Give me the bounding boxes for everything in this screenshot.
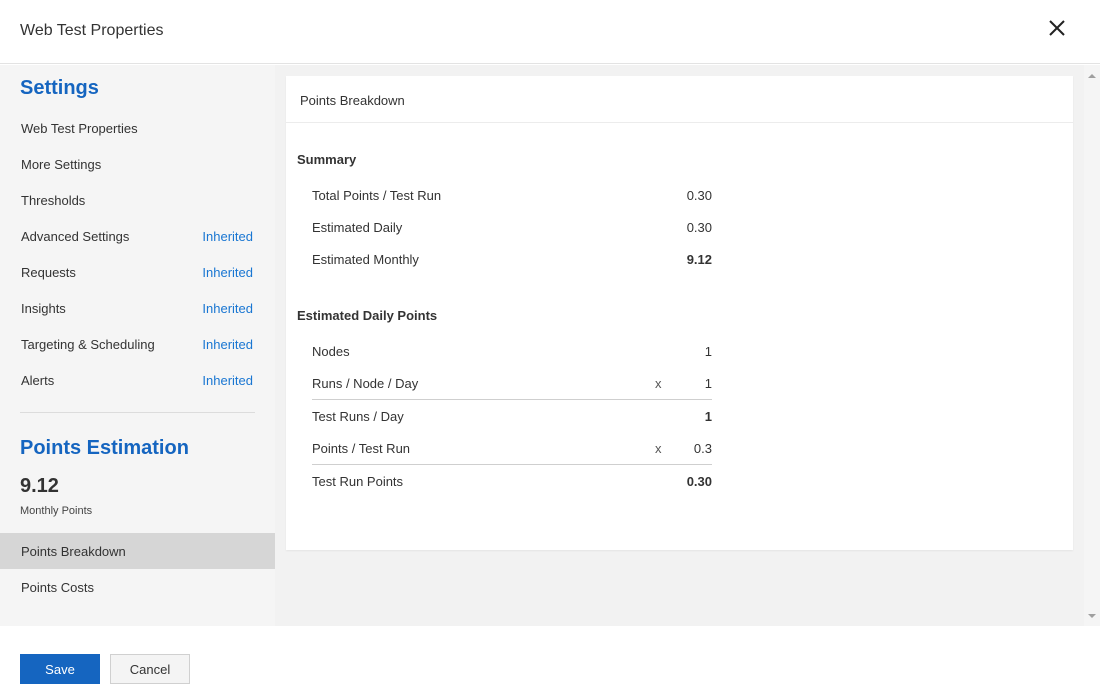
sidebar-item-insights[interactable]: Insights Inherited [0,290,275,326]
dialog-header: Web Test Properties [0,0,1100,64]
sidebar-item-label: Targeting & Scheduling [21,337,155,352]
daily-row: Points / Test Run x 0.3 [312,441,712,461]
row-label: Test Runs / Day [312,409,404,424]
daily-points-heading: Estimated Daily Points [297,308,438,323]
row-value: 1 [704,376,712,391]
save-button[interactable]: Save [20,654,100,684]
sidebar-item-points-costs[interactable]: Points Costs [0,569,275,605]
inherited-badge: Inherited [202,301,253,316]
points-estimation-heading: Points Estimation [20,437,189,459]
daily-row: Test Run Points 0.30 [312,474,712,494]
sidebar-item-label: Alerts [21,373,55,388]
sidebar-item-requests[interactable]: Requests Inherited [0,254,275,290]
row-label: Total Points / Test Run [312,188,442,203]
card-header: Points Breakdown [286,76,1073,123]
row-value: 9.12 [686,252,712,267]
sidebar-item-label: Advanced Settings [21,229,130,244]
cancel-button[interactable]: Cancel [110,654,190,684]
sidebar: Settings Web Test Properties More Settin… [0,65,275,626]
scroll-up-icon[interactable] [1088,74,1096,78]
points-breakdown-card: Points Breakdown Summary Total Points / … [286,76,1073,550]
row-value: 0.3 [693,441,712,456]
row-label: Estimated Daily [312,220,403,235]
summary-row: Estimated Monthly 9.12 [312,252,712,272]
row-divider [312,399,712,400]
sidebar-item-label: More Settings [21,157,102,172]
sidebar-item-label: Web Test Properties [21,121,138,136]
settings-heading: Settings [20,77,99,99]
row-label: Runs / Node / Day [312,376,419,391]
close-icon[interactable] [1046,17,1068,39]
daily-row: Test Runs / Day 1 [312,409,712,429]
inherited-badge: Inherited [202,373,253,388]
row-label: Test Run Points [312,474,404,489]
inherited-badge: Inherited [202,265,253,280]
sidebar-item-label: Thresholds [21,193,86,208]
dialog-title: Web Test Properties [20,22,164,39]
summary-row: Estimated Daily 0.30 [312,220,712,240]
row-label: Estimated Monthly [312,252,419,267]
main-content: Points Breakdown Summary Total Points / … [275,65,1084,626]
inherited-badge: Inherited [202,229,253,244]
sidebar-item-points-breakdown[interactable]: Points Breakdown [0,533,275,569]
multiply-operator: x [655,441,662,456]
multiply-operator: x [655,376,662,391]
monthly-points-label: Monthly Points [20,505,93,517]
sidebar-item-thresholds[interactable]: Thresholds [0,182,275,218]
sidebar-item-label: Points Costs [21,580,94,595]
scroll-down-icon[interactable] [1088,614,1096,618]
monthly-points-value: 9.12 [20,475,59,497]
card-title: Points Breakdown [300,93,405,108]
sidebar-item-more-settings[interactable]: More Settings [0,146,275,182]
row-value: 1 [704,409,712,424]
row-value: 0.30 [686,220,712,235]
inherited-badge: Inherited [202,337,253,352]
row-label: Points / Test Run [312,441,411,456]
row-value: 1 [704,344,712,359]
sidebar-item-web-test-properties[interactable]: Web Test Properties [0,110,275,146]
summary-heading: Summary [297,152,357,167]
row-label: Nodes [312,344,350,359]
row-divider [312,464,712,465]
summary-row: Total Points / Test Run 0.30 [312,188,712,208]
sidebar-item-label: Points Breakdown [21,544,126,559]
sidebar-divider [20,412,255,413]
row-value: 0.30 [686,188,712,203]
sidebar-item-advanced-settings[interactable]: Advanced Settings Inherited [0,218,275,254]
sidebar-item-alerts[interactable]: Alerts Inherited [0,362,275,398]
daily-row: Runs / Node / Day x 1 [312,376,712,396]
dialog-footer: Save Cancel [0,626,1100,700]
sidebar-item-targeting-scheduling[interactable]: Targeting & Scheduling Inherited [0,326,275,362]
sidebar-item-label: Requests [21,265,76,280]
vertical-scrollbar[interactable] [1084,65,1100,626]
row-value: 0.30 [686,474,712,489]
daily-row: Nodes 1 [312,344,712,364]
sidebar-item-label: Insights [21,301,66,316]
